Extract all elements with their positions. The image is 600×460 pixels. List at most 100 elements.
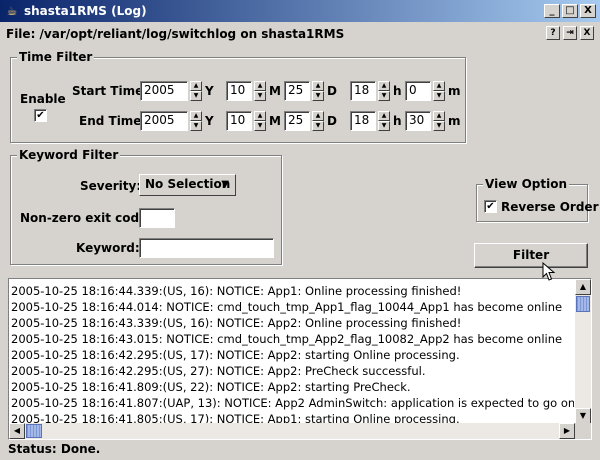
end-minute-field[interactable]: 30 <box>405 111 431 131</box>
log-line: 2005-10-25 18:16:44.014: NOTICE: cmd_tou… <box>11 300 563 314</box>
spin-down-icon[interactable]: ▼ <box>378 91 390 101</box>
end-minute-spinner[interactable]: ▲ ▼ <box>433 111 445 131</box>
window-title: shasta1RMS (Log) <box>24 4 147 18</box>
scroll-corner <box>575 423 591 439</box>
status-text: Status: Done. <box>8 442 101 456</box>
keyword-label: Keyword: <box>76 241 140 255</box>
minimize-button[interactable]: _ <box>544 4 560 18</box>
log-text-area[interactable]: 2005-10-25 18:16:44.339:(US, 16): NOTICE… <box>8 278 592 440</box>
spin-down-icon[interactable]: ▼ <box>254 121 266 131</box>
spin-up-icon[interactable]: ▲ <box>433 111 445 121</box>
horizontal-scrollbar[interactable]: ◀ ▶ <box>9 423 575 439</box>
start-day-field[interactable]: 25 <box>284 81 310 101</box>
maximize-button[interactable]: □ <box>562 4 578 18</box>
start-minute-spinner[interactable]: ▲ ▼ <box>433 81 445 101</box>
spin-up-icon[interactable]: ▲ <box>378 111 390 121</box>
close-button[interactable]: X <box>580 4 596 18</box>
start-day-unit: D <box>327 84 337 98</box>
title-bar[interactable]: ☕ shasta1RMS (Log) _ □ X <box>0 0 600 22</box>
log-line: 2005-10-25 18:16:43.015: NOTICE: cmd_tou… <box>11 332 563 346</box>
end-day-unit: D <box>327 114 337 128</box>
spin-down-icon[interactable]: ▼ <box>312 121 324 131</box>
spin-down-icon[interactable]: ▼ <box>254 91 266 101</box>
dropdown-arrow-icon: ▼ <box>221 179 229 190</box>
end-hour-field[interactable]: 18 <box>350 111 376 131</box>
end-year-spinner[interactable]: ▲ ▼ <box>190 111 202 131</box>
enable-label: Enable <box>20 92 66 106</box>
enable-checkbox[interactable]: ✔ <box>34 109 47 122</box>
file-path-label: File: /var/opt/reliant/log/switchlog on … <box>6 27 345 41</box>
vertical-scrollbar[interactable]: ▲ ▼ <box>575 279 591 424</box>
end-hour-spinner[interactable]: ▲ ▼ <box>378 111 390 131</box>
end-month-field[interactable]: 10 <box>226 111 252 131</box>
spin-down-icon[interactable]: ▼ <box>190 121 202 131</box>
spin-up-icon[interactable]: ▲ <box>312 81 324 91</box>
spin-up-icon[interactable]: ▲ <box>190 111 202 121</box>
start-year-field[interactable]: 2005 <box>140 81 188 101</box>
spin-up-icon[interactable]: ▲ <box>433 81 445 91</box>
end-time-label: End Time: <box>79 114 147 128</box>
keyword-filter-title: Keyword Filter <box>17 148 121 162</box>
severity-value: No Selection <box>145 177 231 191</box>
reverse-order-checkbox[interactable]: ✔ <box>484 200 497 213</box>
mouse-pointer-icon <box>542 262 556 281</box>
help-button[interactable]: ? <box>546 26 560 40</box>
spin-up-icon[interactable]: ▲ <box>254 81 266 91</box>
horizontal-scroll-thumb[interactable] <box>26 424 42 438</box>
scroll-right-icon[interactable]: ▶ <box>559 423 575 439</box>
exit-code-label: Non-zero exit code: <box>20 211 153 225</box>
end-year-field[interactable]: 2005 <box>140 111 188 131</box>
export-button[interactable]: ⇥ <box>563 26 577 40</box>
view-option-title: View Option <box>483 177 570 191</box>
end-hour-unit: h <box>393 114 402 128</box>
end-minute-unit: m <box>448 114 461 128</box>
start-time-label: Start Time: <box>72 84 149 98</box>
spin-up-icon[interactable]: ▲ <box>378 81 390 91</box>
start-month-spinner[interactable]: ▲ ▼ <box>254 81 266 101</box>
time-filter-title: Time Filter <box>17 50 95 64</box>
keyword-field[interactable] <box>139 238 274 258</box>
log-lines: 2005-10-25 18:16:44.339:(US, 16): NOTICE… <box>9 279 574 424</box>
vertical-scroll-thumb[interactable] <box>576 296 590 312</box>
close-log-button[interactable]: X <box>580 26 594 40</box>
start-day-spinner[interactable]: ▲ ▼ <box>312 81 324 101</box>
log-line: 2005-10-25 18:16:42.295:(US, 17): NOTICE… <box>11 348 460 362</box>
java-cup-icon: ☕ <box>6 4 18 18</box>
end-month-spinner[interactable]: ▲ ▼ <box>254 111 266 131</box>
end-month-unit: M <box>269 114 281 128</box>
severity-label: Severity: <box>80 179 142 193</box>
log-line: 2005-10-25 18:16:43.339:(US, 16): NOTICE… <box>11 316 462 330</box>
filter-button[interactable]: Filter <box>474 243 588 268</box>
start-hour-field[interactable]: 18 <box>350 81 376 101</box>
spin-down-icon[interactable]: ▼ <box>312 91 324 101</box>
start-minute-unit: m <box>448 84 461 98</box>
log-window: ☕ shasta1RMS (Log) _ □ X File: /var/opt/… <box>0 0 600 460</box>
scroll-up-icon[interactable]: ▲ <box>575 279 591 295</box>
spin-down-icon[interactable]: ▼ <box>190 91 202 101</box>
start-hour-spinner[interactable]: ▲ ▼ <box>378 81 390 101</box>
start-month-field[interactable]: 10 <box>226 81 252 101</box>
log-line: 2005-10-25 18:16:44.339:(US, 16): NOTICE… <box>11 284 462 298</box>
spin-up-icon[interactable]: ▲ <box>190 81 202 91</box>
spin-up-icon[interactable]: ▲ <box>312 111 324 121</box>
spin-down-icon[interactable]: ▼ <box>433 121 445 131</box>
scroll-left-icon[interactable]: ◀ <box>9 423 25 439</box>
log-line: 2005-10-25 18:16:41.807:(UAP, 13): NOTIC… <box>11 396 574 410</box>
scroll-down-icon[interactable]: ▼ <box>575 408 591 424</box>
start-month-unit: M <box>269 84 281 98</box>
spin-up-icon[interactable]: ▲ <box>254 111 266 121</box>
spin-down-icon[interactable]: ▼ <box>378 121 390 131</box>
log-line: 2005-10-25 18:16:42.295:(US, 27): NOTICE… <box>11 364 426 378</box>
end-day-field[interactable]: 25 <box>284 111 310 131</box>
end-year-unit: Y <box>205 114 214 128</box>
spin-down-icon[interactable]: ▼ <box>433 91 445 101</box>
start-year-spinner[interactable]: ▲ ▼ <box>190 81 202 101</box>
exit-code-field[interactable] <box>139 208 175 228</box>
end-day-spinner[interactable]: ▲ ▼ <box>312 111 324 131</box>
start-minute-field[interactable]: 0 <box>405 81 431 101</box>
severity-dropdown[interactable]: No Selection ▼ <box>139 174 236 196</box>
reverse-order-label: Reverse Order <box>501 200 599 214</box>
start-year-unit: Y <box>205 84 214 98</box>
start-hour-unit: h <box>393 84 402 98</box>
log-line: 2005-10-25 18:16:41.809:(US, 22): NOTICE… <box>11 380 411 394</box>
